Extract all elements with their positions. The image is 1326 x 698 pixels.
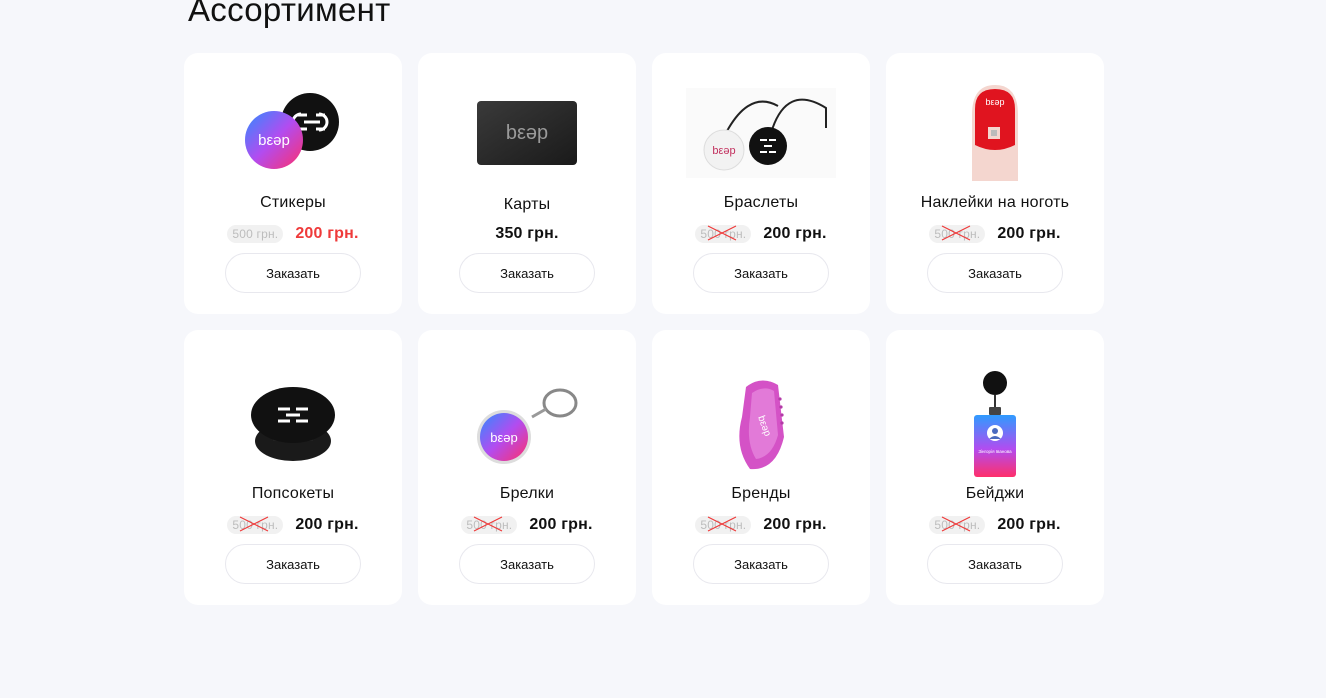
section-title: Ассортимент	[188, 0, 391, 28]
badge-icon: Зінгорія Іванова	[974, 371, 1016, 477]
popsockets-image	[184, 370, 402, 480]
order-button[interactable]: Заказать	[693, 253, 829, 293]
product-name: Браслеты	[723, 194, 799, 211]
current-price: 200 грн.	[997, 225, 1061, 242]
old-price: 500 грн.	[929, 225, 986, 243]
price-row: 500 грн. 200 грн.	[418, 516, 636, 534]
product-name: Наклейки на ноготь	[920, 194, 1070, 211]
product-card-brands: bεəp Бренды 500 грн. 200 грн. Заказать	[652, 330, 870, 605]
order-button[interactable]: Заказать	[693, 544, 829, 584]
order-button[interactable]: Заказать	[225, 253, 361, 293]
stickers-image: bεəp	[184, 85, 402, 181]
current-price: 200 грн.	[529, 516, 593, 533]
product-card-stickers: bεəp Стикеры 500 грн. 200 грн. Заказать	[184, 53, 402, 314]
key-fob-icon: bεəp	[686, 88, 836, 178]
strike-icon	[474, 516, 503, 532]
product-name: Бейджи	[965, 485, 1025, 502]
product-card-keychains: bεəp Брелки 500 грн. 200 грн. Заказать	[418, 330, 636, 605]
product-card-popsockets: Попсокеты 500 грн. 200 грн. Заказать	[184, 330, 402, 605]
keychain-icon: bεəp	[477, 388, 578, 464]
nail-image: bεəp	[886, 85, 1104, 181]
price-row: 500 грн. 200 грн.	[886, 516, 1104, 534]
strike-icon	[942, 516, 971, 532]
strike-icon	[942, 225, 971, 241]
product-name: Стикеры	[260, 194, 326, 211]
price-row: 350 грн.	[418, 225, 636, 243]
svg-text:bεəp: bεəp	[490, 430, 518, 445]
order-button[interactable]: Заказать	[459, 253, 595, 293]
svg-text:bεəp: bεəp	[258, 132, 290, 149]
strike-icon	[708, 516, 737, 532]
current-price: 350 грн.	[495, 225, 559, 242]
old-price: 500 грн.	[227, 516, 284, 534]
product-card-nail-stickers: bεəp Наклейки на ноготь 500 грн. 200 грн…	[886, 53, 1104, 314]
product-grid: bεəp Стикеры 500 грн. 200 грн. Заказать …	[184, 53, 1104, 605]
strike-icon	[708, 225, 737, 241]
product-card-bracelets: bεəp Браслеты 500 грн. 200 грн. Заказать	[652, 53, 870, 314]
current-price: 200 грн.	[763, 225, 827, 242]
product-name: Попсокеты	[251, 485, 335, 502]
product-card-cards: bεəp Карты 350 грн. Заказать	[418, 53, 636, 314]
order-button[interactable]: Заказать	[927, 544, 1063, 584]
badge-image: Зінгорія Іванова	[886, 370, 1104, 480]
order-button[interactable]: Заказать	[927, 253, 1063, 293]
svg-text:bεəp: bεəp	[985, 97, 1004, 107]
old-price: 500 грн.	[929, 516, 986, 534]
price-row: 500 грн. 200 грн.	[184, 516, 402, 534]
current-price: 200 грн.	[295, 516, 359, 533]
svg-text:bεəp: bεəp	[506, 122, 548, 144]
product-name: Бренды	[731, 485, 791, 502]
cards-image: bεəp	[418, 85, 636, 181]
order-button[interactable]: Заказать	[459, 544, 595, 584]
current-price: 200 грн.	[997, 516, 1061, 533]
old-price: 500 грн.	[695, 516, 752, 534]
price-row: 500 грн. 200 грн.	[184, 225, 402, 243]
old-price: 500 грн.	[227, 225, 284, 243]
old-price: 500 грн.	[461, 516, 518, 534]
nail-icon: bεəp	[972, 85, 1018, 181]
wristband-image: bεəp	[652, 370, 870, 480]
wristband-icon: bεəp	[739, 380, 784, 470]
stickers-icon: bεəp	[245, 93, 339, 169]
bracelets-image: bεəp	[652, 85, 870, 181]
keychains-image: bεəp	[418, 370, 636, 480]
svg-text:bεəp: bεəp	[712, 145, 735, 157]
product-name: Брелки	[499, 485, 555, 502]
order-button[interactable]: Заказать	[225, 544, 361, 584]
current-price: 200 грн.	[763, 516, 827, 533]
card-icon: bεəp	[477, 101, 577, 165]
old-price: 500 грн.	[695, 225, 752, 243]
popsocket-icon	[251, 387, 335, 461]
price-row: 500 грн. 200 грн.	[886, 225, 1104, 243]
price-row: 500 грн. 200 грн.	[652, 225, 870, 243]
strike-icon	[240, 516, 269, 532]
product-card-badges: Зінгорія Іванова Бейджи 500 грн. 200 грн…	[886, 330, 1104, 605]
price-row: 500 грн. 200 грн.	[652, 516, 870, 534]
current-price: 200 грн.	[295, 225, 359, 242]
svg-text:Зінгорія Іванова: Зінгорія Іванова	[978, 449, 1012, 454]
product-name: Карты	[503, 196, 551, 213]
